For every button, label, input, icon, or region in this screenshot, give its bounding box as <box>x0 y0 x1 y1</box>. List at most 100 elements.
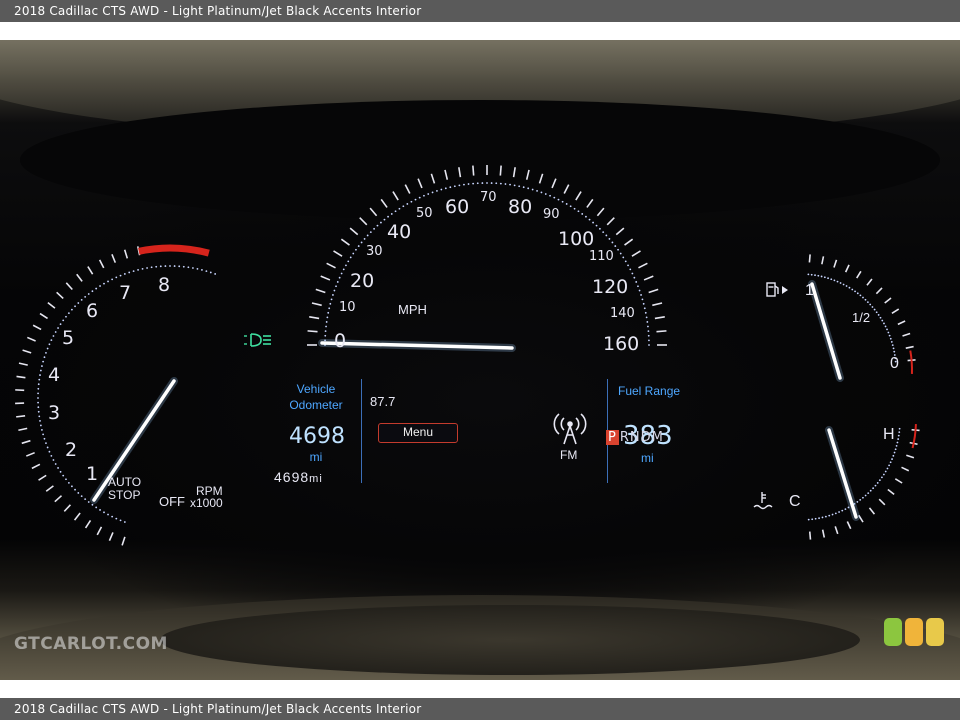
tach-tick <box>18 362 28 366</box>
tach-number-6: 6 <box>86 300 99 322</box>
odometer-value: 4698 <box>289 424 345 449</box>
speedo-dot <box>357 245 360 247</box>
tach-dot <box>52 335 55 337</box>
speed-number-100: 100 <box>558 228 595 250</box>
tach-dot <box>128 271 131 274</box>
speedo-tick <box>563 184 570 194</box>
tach-dot <box>62 319 65 322</box>
temp-dot <box>828 514 831 517</box>
speedo-dot <box>326 316 329 319</box>
tach-dot <box>80 495 83 497</box>
tach-dot <box>39 374 41 376</box>
tach-dot <box>119 274 122 277</box>
temp-needle <box>827 428 858 519</box>
tach-dot <box>107 280 109 283</box>
fuel-dot <box>848 286 851 289</box>
temp-tick <box>878 498 886 506</box>
temp-dot <box>886 467 889 470</box>
fuel-tick <box>866 278 873 286</box>
speedo-dot <box>333 289 336 292</box>
speed-number-90: 90 <box>543 207 560 222</box>
fuel-range-label: Fuel Range <box>618 384 681 398</box>
temp-dot <box>831 513 834 516</box>
tach-dot <box>39 424 42 427</box>
gear-park-selected: P <box>606 430 619 445</box>
speedo-tick <box>499 165 502 176</box>
temp-dot <box>844 508 847 511</box>
radio-antenna-icon <box>553 413 587 445</box>
tach-dot <box>41 365 43 367</box>
speedo-dot <box>647 330 650 333</box>
speedo-tick <box>392 191 399 201</box>
temp-dot <box>889 461 892 464</box>
fuel-dot <box>886 328 888 331</box>
odometer-bottom-value: 4698mi <box>274 469 323 485</box>
tach-number-4: 4 <box>48 364 61 386</box>
fuel-dot <box>814 274 816 277</box>
tach-dot <box>146 267 148 269</box>
menu-button[interactable]: Menu <box>378 423 458 443</box>
speedo-dot <box>622 256 625 259</box>
speedo-dot <box>332 294 334 296</box>
tach-dot <box>71 485 73 488</box>
speedo-dot <box>544 193 547 195</box>
speedo-tick <box>472 165 475 176</box>
speedo-tick <box>417 178 423 189</box>
speedo-dot <box>347 260 350 263</box>
fuel-dot <box>854 290 856 293</box>
fuel-dot <box>887 331 890 334</box>
fuel-dot <box>893 350 896 353</box>
speed-number-40: 40 <box>387 221 412 243</box>
temp-dot <box>891 458 893 460</box>
tach-number-8: 8 <box>158 274 171 296</box>
tach-dot <box>87 293 90 295</box>
speedo-dot <box>340 272 343 275</box>
speedo-dot <box>592 221 594 224</box>
speedo-dot <box>642 302 645 305</box>
temp-dot <box>856 501 859 503</box>
speedo-tick <box>538 173 544 184</box>
tach-dot <box>38 378 41 381</box>
speedo-dot <box>330 298 333 301</box>
fuel-dot <box>879 316 882 319</box>
speedo-dot <box>402 205 405 208</box>
speedo-dot <box>476 182 479 185</box>
fuel-half-label: 1/2 <box>852 310 871 325</box>
tach-dot <box>65 478 67 481</box>
speedo-dot <box>595 224 598 227</box>
fuel-full-label: 1 <box>805 282 814 299</box>
tach-number-2: 2 <box>65 439 78 461</box>
tach-dot <box>50 454 53 457</box>
speed-number-60: 60 <box>445 196 470 218</box>
temp-dot <box>821 516 824 519</box>
fuel-needle <box>810 282 842 380</box>
tach-tick <box>108 532 114 541</box>
speedo-tick <box>458 167 462 178</box>
tach-tick <box>45 485 54 492</box>
tach-dot <box>74 488 76 491</box>
tach-dot <box>182 265 185 268</box>
speedo-dot <box>641 298 644 301</box>
temp-dot <box>897 434 900 437</box>
speedo-dot <box>335 285 337 288</box>
speedo-dot <box>380 221 382 224</box>
speedo-dot <box>553 196 556 199</box>
tach-dot <box>137 269 139 271</box>
speedo-tick <box>652 302 663 307</box>
speedo-dot <box>637 285 639 288</box>
tach-tick <box>87 266 94 275</box>
image-caption-bottom: 2018 Cadillac CTS AWD - Light Platinum/J… <box>0 698 960 720</box>
tach-dot <box>48 450 51 453</box>
speedo-dot <box>444 187 447 190</box>
tach-redline <box>138 244 210 257</box>
tach-dot <box>42 360 45 363</box>
speedo-dot <box>342 268 345 271</box>
tach-dot <box>54 463 57 465</box>
speedo-dot <box>581 213 584 215</box>
temp-tick <box>901 466 910 472</box>
speedo-tick <box>307 330 318 333</box>
fuel-pump-icon <box>766 282 788 297</box>
fuel-dot <box>817 274 820 277</box>
fuel-dot <box>862 296 864 299</box>
speedo-tick <box>430 173 436 184</box>
